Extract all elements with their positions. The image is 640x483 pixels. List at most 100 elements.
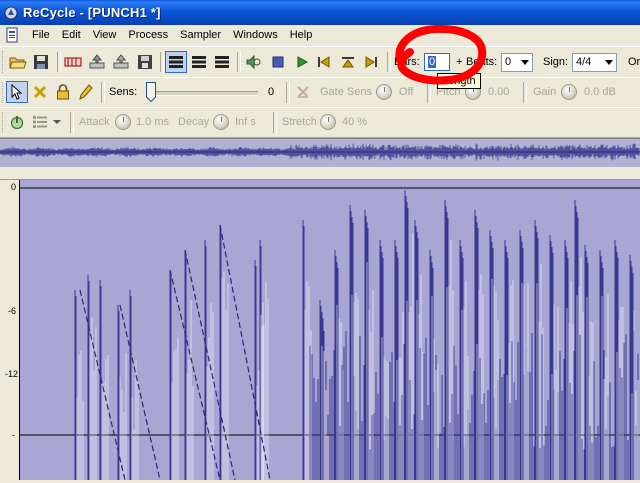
speaker-icon [246,54,261,70]
power-icon [10,116,24,130]
document-icon[interactable] [4,27,20,43]
toolbar-separator [273,112,277,133]
save-to-sampler-button[interactable] [134,51,156,73]
toolbar-separator [523,82,527,103]
bars-value: 0 [428,56,437,68]
menu-view[interactable]: View [87,26,123,44]
overview-waveform-plot [0,143,640,161]
pointer-tool-button[interactable] [6,81,28,103]
export-button[interactable] [86,51,108,73]
menu-help[interactable]: Help [284,26,319,44]
toolbar-separator [427,82,431,103]
slice-grid-button[interactable] [62,51,84,73]
list-icon [33,116,47,128]
sign-value: 4/4 [576,56,592,68]
skip-forward-icon [365,56,377,68]
stretch-value: 40 % [342,116,368,128]
lines-icon [192,56,206,68]
sensitivity-slider-track[interactable] [146,91,258,96]
loop-button[interactable] [337,51,359,73]
slice-toolbar: Sens: 0 Gate Sens Off Pitch 0.00 Gain 0.… [0,77,640,108]
waveform-plot [20,187,640,481]
preview-button[interactable] [242,51,264,73]
lines-icon [169,56,183,68]
attack-knob[interactable] [115,114,131,130]
next-slice-button[interactable] [360,51,382,73]
sign-label: Sign: [543,56,569,68]
sensitivity-slider-thumb[interactable] [146,82,156,103]
decay-label: Decay [178,116,210,128]
db-label-0: 0 [11,182,17,192]
toolbar-separator [387,52,391,72]
origin-label: Or [628,56,640,68]
open-button[interactable] [7,51,29,73]
chevron-down-icon[interactable] [601,54,616,71]
play-button[interactable] [291,51,313,73]
toolbar-separator [70,112,74,133]
recycle-app-icon [4,6,18,19]
toolbar-separator [286,82,290,103]
transmit-button[interactable] [110,51,132,73]
title-bar: ReCycle - [PUNCH1 *] [0,0,640,25]
lock-icon [57,84,69,100]
view-mode-1-button[interactable] [165,51,187,73]
menu-process[interactable]: Process [122,26,174,44]
beats-label: Beats: [466,56,498,68]
gate-sens-label: Gate Sens [320,86,372,98]
transmit-icon [113,54,129,69]
toolbar-separator [57,52,61,72]
play-icon [297,56,308,68]
view-mode-2-button[interactable] [188,51,210,73]
db-label-minus6: -6 [8,306,17,316]
grid-ruler-icon [64,57,82,67]
waveform-overview[interactable] [0,138,640,168]
menu-edit[interactable]: Edit [56,26,87,44]
menu-sampler[interactable]: Sampler [174,26,227,44]
gain-knob[interactable] [561,84,577,100]
attack-value: 1.0 ms [136,116,170,128]
db-label-bottom: - [12,430,15,440]
menu-file[interactable]: File [26,26,56,44]
silence-tool-button[interactable] [29,81,51,103]
save-button[interactable] [30,51,52,73]
pitch-value: 0.00 [488,86,510,98]
toolbar-grip[interactable] [2,51,6,73]
gain-value: 0.0 dB [584,86,616,98]
sampler-disk-icon [138,55,152,69]
waveform-canvas[interactable] [20,180,640,481]
envelope-enable-button[interactable] [6,111,28,133]
cross-icon [33,85,47,99]
loop-icon [342,57,354,68]
stop-button[interactable] [267,51,289,73]
skip-back-icon [318,56,330,68]
save-disk-icon [34,55,48,69]
open-folder-icon [9,57,27,69]
gate-sens-knob[interactable] [376,84,392,100]
time-signature-select[interactable]: 4/4 [572,53,617,72]
window-title: ReCycle - [PUNCH1 *] [23,5,161,20]
attack-label: Attack [79,116,110,128]
view-mode-3-button[interactable] [211,51,233,73]
menu-windows[interactable]: Windows [227,26,284,44]
waveform-editor[interactable]: 0 -6 -12 - [0,180,640,481]
gain-label: Gain [533,86,557,98]
envelope-toolbar: Attack 1.0 ms Decay Inf s Stretch 40 % [0,107,640,138]
bars-input[interactable]: 0 [424,53,450,71]
sens-value: 0 [268,86,275,98]
chevron-down-icon[interactable] [517,54,532,71]
tooltip-text: Length [442,75,476,87]
bars-plus-label: + [456,56,463,68]
decay-knob[interactable] [213,114,229,130]
pencil-tool-button[interactable] [75,81,97,103]
lock-tool-button[interactable] [52,81,74,103]
toolbar-separator [160,52,164,72]
stop-icon [272,56,284,68]
beats-select[interactable]: 0 [501,53,533,72]
toolbar-separator [101,82,105,103]
gate-button[interactable] [292,81,314,103]
stretch-knob[interactable] [320,114,336,130]
previous-slice-button[interactable] [313,51,335,73]
pencil-icon [79,84,93,100]
envelope-mode-dropdown[interactable] [30,111,64,133]
time-ruler[interactable] [0,167,640,180]
